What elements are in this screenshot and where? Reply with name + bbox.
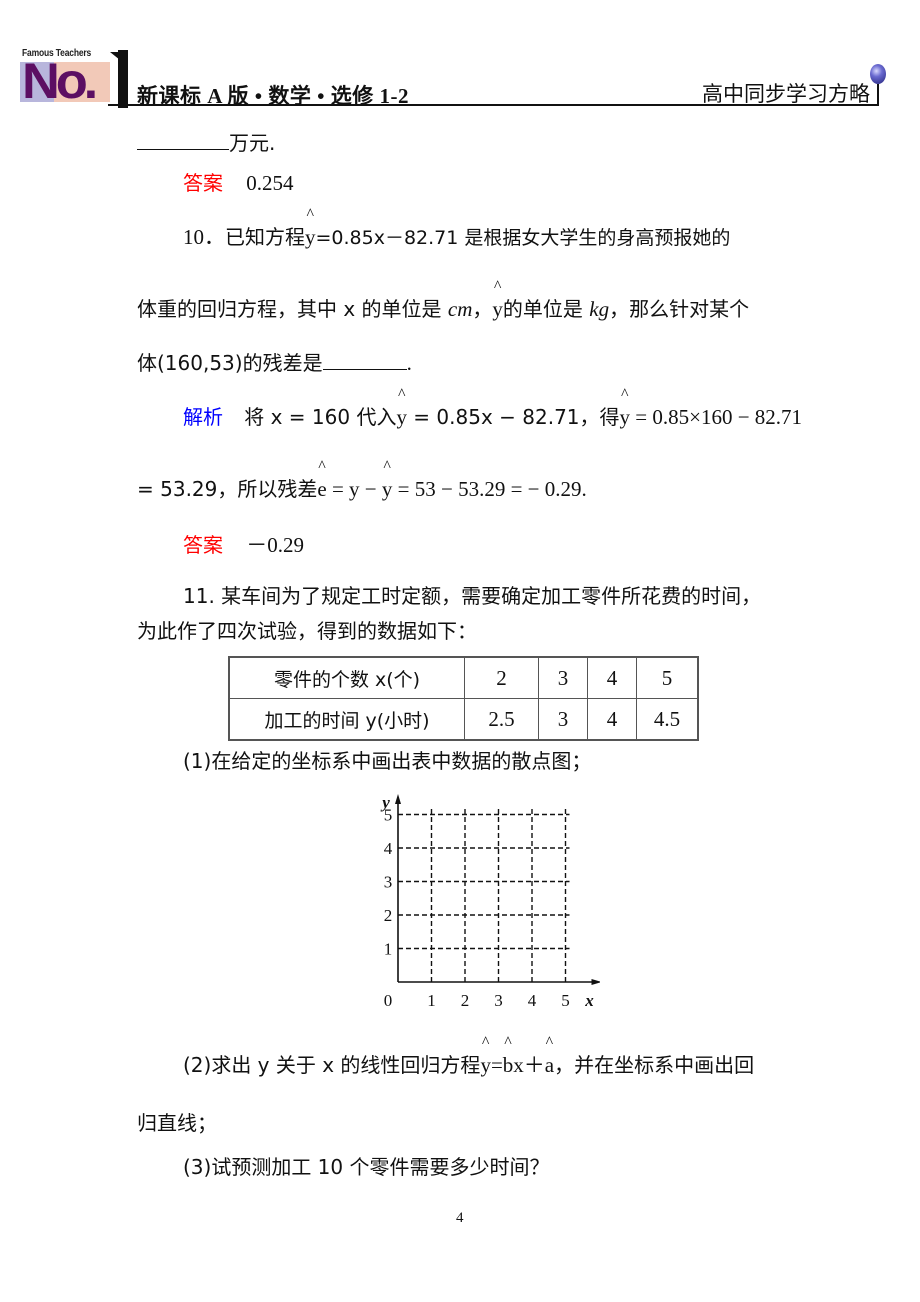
q11-line2: 为此作了四次试验，得到的数据如下：: [137, 619, 477, 643]
q10-text: ，: [472, 297, 493, 321]
y-hat: y: [305, 224, 316, 250]
header-divider: [108, 104, 878, 106]
q11-part3: (3)试预测加工 10 个零件需要多少时间？: [183, 1155, 550, 1179]
y-hat: y: [382, 476, 393, 502]
analysis-text: = 53.29，所以残差: [137, 477, 318, 501]
x-tick-label: 1: [427, 991, 436, 1010]
part2-text: x＋: [513, 1053, 545, 1077]
pin-icon: [870, 64, 886, 84]
part2-text: ，并在坐标系中画出回: [554, 1053, 755, 1077]
q10-answer-line: 答案 －0.29: [183, 532, 304, 558]
y-hat: y: [492, 296, 503, 322]
table-cell: 5: [636, 656, 699, 699]
y-tick-label: 1: [384, 940, 393, 959]
question-number: 10．: [183, 225, 225, 249]
page-header: No. Famous Teachers 新课标 A 版 • 数学 • 选修 1-…: [0, 0, 920, 112]
prev-answer-line: 答案 0.254: [183, 170, 294, 196]
e-hat: e: [317, 476, 326, 502]
answer-label: 答案: [183, 533, 223, 557]
plot-ticks: 1 2 3 4 5123450 xy: [380, 793, 594, 1010]
plot-grid: [398, 808, 570, 982]
y-hat: y: [396, 404, 407, 430]
table-cell: 4.5: [636, 698, 699, 741]
table-row-label: 零件的个数 x(个): [228, 656, 465, 699]
analysis-text: = 53 − 53.29 = − 0.29.: [392, 477, 587, 501]
unit-cm: cm: [447, 297, 473, 321]
q10-text: .: [406, 351, 412, 375]
x-tick-label: 5: [561, 991, 570, 1010]
table-row: 加工的时间 y(小时) 2.5 3 4 4.5: [228, 698, 699, 741]
q10-analysis-line2: = 53.29，所以残差e = y − y = 53 − 53.29 = − 0…: [137, 476, 587, 502]
q10-line1: 10．已知方程y=0.85x－82.71 是根据女大学生的身高预报她的: [183, 224, 730, 251]
q11-part2: (2)求出 y 关于 x 的线性回归方程y=bx＋a，并在坐标系中画出回: [183, 1052, 754, 1078]
q10-text: 已知方程: [225, 225, 305, 249]
q10-text: 体(160,53)的残差是: [137, 351, 323, 375]
logo-tagline: Famous Teachers: [22, 48, 92, 59]
part2-text: =: [490, 1053, 503, 1077]
y-hat: y: [480, 1052, 491, 1078]
q10-text: 体重的回归方程，其中 x 的单位是: [137, 297, 448, 321]
analysis-text: = y −: [326, 477, 382, 501]
q10-line3: 体(160,53)的残差是.: [137, 350, 412, 376]
answer-value: －0.29: [246, 533, 304, 557]
q11-line1: 11. 某车间为了规定工时定额，需要确定加工零件所花费的时间，: [183, 584, 762, 608]
origin-label: 0: [384, 991, 393, 1010]
plot-axes: [395, 794, 600, 985]
y-tick-label: 2: [384, 906, 393, 925]
y-axis-arrow: [395, 794, 401, 804]
a-hat: a: [545, 1052, 554, 1078]
y-tick-label: 3: [384, 873, 393, 892]
x-tick-label: 3: [494, 991, 503, 1010]
unit-kg: kg: [589, 297, 610, 321]
answer-label: 答案: [183, 171, 223, 195]
x-axis-arrow: [591, 979, 600, 985]
page-number: 4: [456, 1210, 464, 1226]
answer-blank: [322, 351, 407, 370]
part2-text: (2)求出 y 关于 x 的线性回归方程: [183, 1053, 481, 1077]
table-cell: 2.5: [464, 698, 539, 741]
table-cell: 3: [538, 698, 588, 741]
x-tick-label: 2: [461, 991, 470, 1010]
analysis-label: 解析: [183, 405, 223, 429]
x-tick-label: 4: [528, 991, 537, 1010]
table-row: 零件的个数 x(个) 2 3 4 5: [228, 656, 699, 699]
logo-no-text: No.: [22, 53, 98, 109]
y-hat: y: [620, 404, 631, 430]
table-cell: 4: [587, 698, 637, 741]
table-row-label: 加工的时间 y(小时): [228, 698, 465, 741]
answer-value: 0.254: [246, 171, 294, 195]
answer-blank: [137, 131, 229, 150]
y-axis-label: y: [380, 793, 390, 812]
q10-text: 的单位是: [502, 297, 590, 321]
analysis-text: 将 x = 160 代入: [244, 405, 397, 429]
coordinate-plot: 1 2 3 4 5123450 xy: [380, 793, 600, 1010]
q10-line2: 体重的回归方程，其中 x 的单位是 cm，y的单位是 kg，那么针对某个: [137, 296, 749, 322]
table-cell: 2: [464, 656, 539, 699]
q11-part2-line2: 归直线；: [137, 1111, 217, 1135]
pin-stick: [877, 84, 879, 106]
prev-question-tail: 万元.: [137, 130, 275, 156]
analysis-text: = 0.85x − 82.71，得: [406, 405, 620, 429]
analysis-text: = 0.85×160 − 82.71: [630, 405, 803, 429]
b-hat: b: [503, 1052, 514, 1078]
q10-text: ，那么针对某个: [609, 297, 750, 321]
y-tick-label: 4: [384, 839, 393, 858]
x-axis-label: x: [584, 991, 594, 1010]
famous-teachers-logo: No. Famous Teachers: [18, 48, 128, 109]
q11-part1: (1)在给定的坐标系中画出表中数据的散点图；: [183, 749, 592, 773]
prev-tail-text: 万元.: [229, 131, 276, 155]
logo-one-bar: [118, 50, 128, 108]
data-table: 零件的个数 x(个) 2 3 4 5 加工的时间 y(小时) 2.5 3 4 4…: [228, 656, 699, 741]
table-cell: 3: [538, 656, 588, 699]
table-cell: 4: [587, 656, 637, 699]
q10-text: =0.85x－82.71 是根据女大学生的身高预报她的: [315, 227, 731, 249]
q10-analysis-line1: 解析 将 x = 160 代入y = 0.85x − 82.71，得y = 0.…: [183, 404, 802, 430]
